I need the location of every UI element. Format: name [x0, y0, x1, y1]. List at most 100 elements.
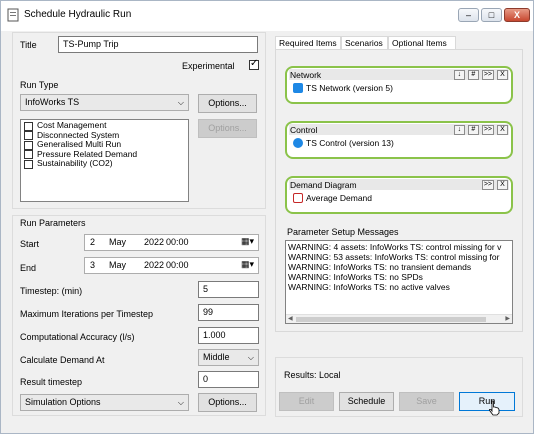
- minimize-button[interactable]: –: [458, 8, 479, 22]
- close-button[interactable]: X: [504, 8, 530, 22]
- network-icon: [293, 83, 303, 93]
- save-button[interactable]: Save: [399, 392, 454, 411]
- result-timestep-label: Result timestep: [20, 377, 83, 387]
- timestep-label: Timestep: (min): [20, 286, 83, 296]
- feature-label: Disconnected System: [37, 129, 120, 140]
- max-iterations-input[interactable]: 99: [198, 304, 259, 321]
- end-label: End: [20, 263, 37, 273]
- demand-item-label: Average Demand: [306, 193, 372, 203]
- feature-label: Sustainability (CO2): [37, 158, 113, 168]
- control-slot-buttons: ↓ # >> X: [451, 125, 508, 135]
- tab-optional-items[interactable]: Optional Items: [388, 36, 456, 50]
- end-month: May: [109, 260, 127, 270]
- demand-slot-buttons: >> X: [479, 180, 508, 190]
- title-label: Title: [20, 40, 37, 50]
- control-item[interactable]: TS Control (version 13): [293, 138, 394, 148]
- feature-checkbox[interactable]: [24, 131, 33, 140]
- scrollbar-thumb[interactable]: [296, 317, 486, 322]
- run-type-value: InfoWorks TS: [25, 97, 80, 107]
- end-day: 3: [90, 260, 96, 270]
- run-type-select[interactable]: InfoWorks TS ⌵: [20, 94, 189, 111]
- message-line: WARNING: 4 assets: InfoWorks TS: control…: [288, 242, 502, 252]
- experimental-label: Experimental: [182, 61, 235, 71]
- tab-scenarios[interactable]: Scenarios: [341, 36, 388, 50]
- end-datetime-picker[interactable]: 3 May 2022 00:00 ▦▾: [84, 257, 259, 274]
- title-bar: Schedule Hydraulic Run – □ X: [1, 1, 533, 31]
- accuracy-input[interactable]: 1.000: [198, 327, 259, 344]
- network-remove-button[interactable]: X: [497, 70, 508, 80]
- feature-checkbox[interactable]: [24, 140, 33, 150]
- network-slot-buttons: ↓ # >> X: [451, 70, 508, 80]
- edit-button[interactable]: Edit: [279, 392, 334, 411]
- end-time: 00:00: [166, 260, 189, 270]
- network-slot-title: Network: [290, 70, 322, 80]
- control-slot[interactable]: Control ↓ # >> X TS Control (version 13): [285, 121, 513, 159]
- calendar-icon: ▦▾: [240, 236, 254, 246]
- schedule-button[interactable]: Schedule: [339, 392, 394, 411]
- control-slot-title: Control: [290, 125, 318, 135]
- feature-checkbox[interactable]: [24, 150, 33, 159]
- demand-expand-button[interactable]: >>: [481, 180, 494, 190]
- feature-label: Pressure Related Demand: [37, 148, 138, 159]
- network-download-button[interactable]: ↓: [453, 70, 465, 80]
- run-parameters-label: Run Parameters: [20, 218, 86, 228]
- messages-horizontal-scrollbar[interactable]: ◀ ▶: [286, 314, 512, 323]
- list-item[interactable]: Sustainability (CO2): [21, 158, 188, 169]
- results-label: Results: Local: [284, 370, 341, 380]
- demand-item[interactable]: Average Demand: [293, 193, 372, 203]
- network-expand-button[interactable]: >>: [481, 70, 494, 80]
- control-icon: [293, 138, 303, 148]
- scroll-left-icon[interactable]: ◀: [288, 315, 293, 322]
- feature-checkbox[interactable]: [24, 159, 33, 169]
- demand-diagram-slot[interactable]: Demand Diagram >> X Average Demand: [285, 176, 513, 214]
- control-id-button[interactable]: #: [467, 125, 479, 135]
- network-id-button[interactable]: #: [467, 70, 479, 80]
- start-day: 2: [90, 237, 96, 247]
- start-datetime-picker[interactable]: 2 May 2022 00:00 ▦▾: [84, 234, 259, 251]
- control-download-button[interactable]: ↓: [453, 125, 465, 135]
- network-item-label: TS Network (version 5): [306, 83, 393, 93]
- feature-label: Generalised Multi Run: [37, 139, 122, 149]
- start-label: Start: [20, 239, 40, 249]
- tab-required-items[interactable]: Required Items: [275, 36, 341, 50]
- start-time: 00:00: [166, 237, 189, 247]
- start-year: 2022: [144, 237, 165, 247]
- result-timestep-input[interactable]: 0: [198, 371, 259, 388]
- demand-slot-title: Demand Diagram: [290, 180, 357, 190]
- maximize-button[interactable]: □: [481, 8, 502, 22]
- feature-label: Cost Management: [37, 120, 107, 130]
- control-item-label: TS Control (version 13): [306, 138, 394, 148]
- chevron-down-icon: ⌵: [177, 398, 184, 407]
- features-options-button[interactable]: Options...: [198, 119, 257, 138]
- simulation-options-button[interactable]: Options...: [198, 393, 257, 412]
- chevron-down-icon: ⌵: [247, 353, 254, 362]
- demand-remove-button[interactable]: X: [497, 180, 508, 190]
- app-icon: [7, 8, 19, 22]
- run-button[interactable]: Run: [459, 392, 515, 411]
- timestep-input[interactable]: 5: [198, 281, 259, 298]
- experimental-checkbox[interactable]: [249, 58, 259, 70]
- simulation-options-value: Simulation Options: [25, 397, 101, 407]
- network-slot[interactable]: Network ↓ # >> X TS Network (version 5): [285, 66, 513, 104]
- message-line: WARNING: 53 assets: InfoWorks TS: contro…: [288, 252, 500, 262]
- message-line: WARNING: InfoWorks TS: no SPDs: [288, 272, 423, 282]
- title-input[interactable]: TS-Pump Trip: [58, 36, 258, 53]
- control-expand-button[interactable]: >>: [481, 125, 494, 135]
- message-line: WARNING: InfoWorks TS: no transient dema…: [288, 262, 472, 272]
- end-year: 2022: [144, 260, 165, 270]
- run-type-label: Run Type: [20, 80, 59, 90]
- feature-checkbox[interactable]: [24, 121, 33, 131]
- calc-demand-label: Calculate Demand At: [20, 355, 105, 365]
- messages-box[interactable]: WARNING: 4 assets: InfoWorks TS: control…: [285, 240, 513, 324]
- simulation-options-select[interactable]: Simulation Options ⌵: [20, 394, 189, 411]
- run-type-options-button[interactable]: Options...: [198, 94, 257, 113]
- run-type-features-list: Cost Management Disconnected System Genera…: [20, 119, 189, 202]
- calc-demand-select[interactable]: Middle ⌵: [198, 349, 259, 366]
- control-remove-button[interactable]: X: [497, 125, 508, 135]
- network-item[interactable]: TS Network (version 5): [293, 83, 393, 93]
- calendar-icon: ▦▾: [240, 259, 254, 269]
- scroll-right-icon[interactable]: ▶: [505, 315, 510, 322]
- schedule-hydraulic-run-dialog: Schedule Hydraulic Run – □ X Title TS-Pu…: [0, 0, 534, 434]
- message-line: WARNING: InfoWorks TS: no active valves: [288, 282, 450, 292]
- accuracy-label: Computational Accuracy (l/s): [20, 332, 135, 342]
